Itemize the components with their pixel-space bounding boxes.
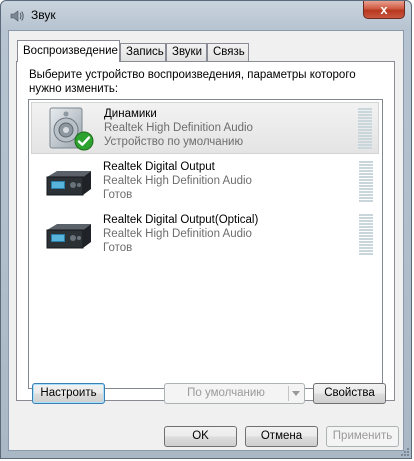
device-item-speakers[interactable]: Динамики Realtek High Definition Audio У… xyxy=(31,102,379,154)
device-driver: Realtek High Definition Audio xyxy=(103,175,252,187)
device-status: Готов xyxy=(103,189,133,201)
close-button[interactable]: x xyxy=(363,1,405,19)
instruction-text: Выберите устройство воспроизведения, пар… xyxy=(29,69,356,95)
tab-sounds[interactable]: Звуки xyxy=(166,43,207,61)
close-icon: x xyxy=(380,2,388,17)
sound-dialog-window: Звук x Воспроизведение Запись Звуки Связ… xyxy=(0,0,412,459)
ok-button[interactable]: OK xyxy=(164,426,237,447)
device-item-digital-output[interactable]: Realtek Digital Output Realtek High Defi… xyxy=(31,156,379,208)
digital-output-icon xyxy=(46,171,91,196)
playback-panel: Выберите устройство воспроизведения, пар… xyxy=(16,61,395,401)
title-bar[interactable]: Звук x xyxy=(1,1,411,29)
default-check-icon xyxy=(74,131,94,151)
device-status: Готов xyxy=(103,242,133,254)
device-driver: Realtek High Definition Audio xyxy=(104,122,253,134)
properties-button[interactable]: Свойства xyxy=(313,383,386,404)
device-status: Устройство по умолчанию xyxy=(104,136,244,148)
volume-meter xyxy=(359,161,373,203)
volume-meter xyxy=(358,108,372,150)
device-item-digital-output-optical[interactable]: Realtek Digital Output(Optical) Realtek … xyxy=(31,209,379,261)
dialog-client: Воспроизведение Запись Звуки Связь Выбер… xyxy=(8,30,404,451)
device-list[interactable]: Динамики Realtek High Definition Audio У… xyxy=(28,99,383,389)
digital-output-icon xyxy=(46,224,91,249)
tab-playback[interactable]: Воспроизведение xyxy=(17,40,120,62)
split-divider xyxy=(288,386,289,401)
apply-button[interactable]: Применить xyxy=(326,426,399,447)
device-name: Realtek Digital Output(Optical) xyxy=(103,214,259,226)
configure-button[interactable]: Настроить xyxy=(32,383,105,404)
cancel-button[interactable]: Отмена xyxy=(245,426,318,447)
volume-meter xyxy=(359,214,373,256)
set-default-label: По умолчанию xyxy=(187,387,265,399)
device-name: Динамики xyxy=(104,108,157,120)
resize-grip-icon[interactable] xyxy=(399,446,409,456)
device-driver: Realtek High Definition Audio xyxy=(103,228,252,240)
tab-communications[interactable]: Связь xyxy=(207,43,249,61)
tab-recording[interactable]: Запись xyxy=(120,43,166,61)
sound-icon xyxy=(10,10,24,22)
device-name: Realtek Digital Output xyxy=(103,161,215,173)
set-default-button[interactable]: По умолчанию xyxy=(164,383,305,404)
window-title: Звук xyxy=(31,8,56,22)
chevron-down-icon[interactable] xyxy=(292,391,300,396)
